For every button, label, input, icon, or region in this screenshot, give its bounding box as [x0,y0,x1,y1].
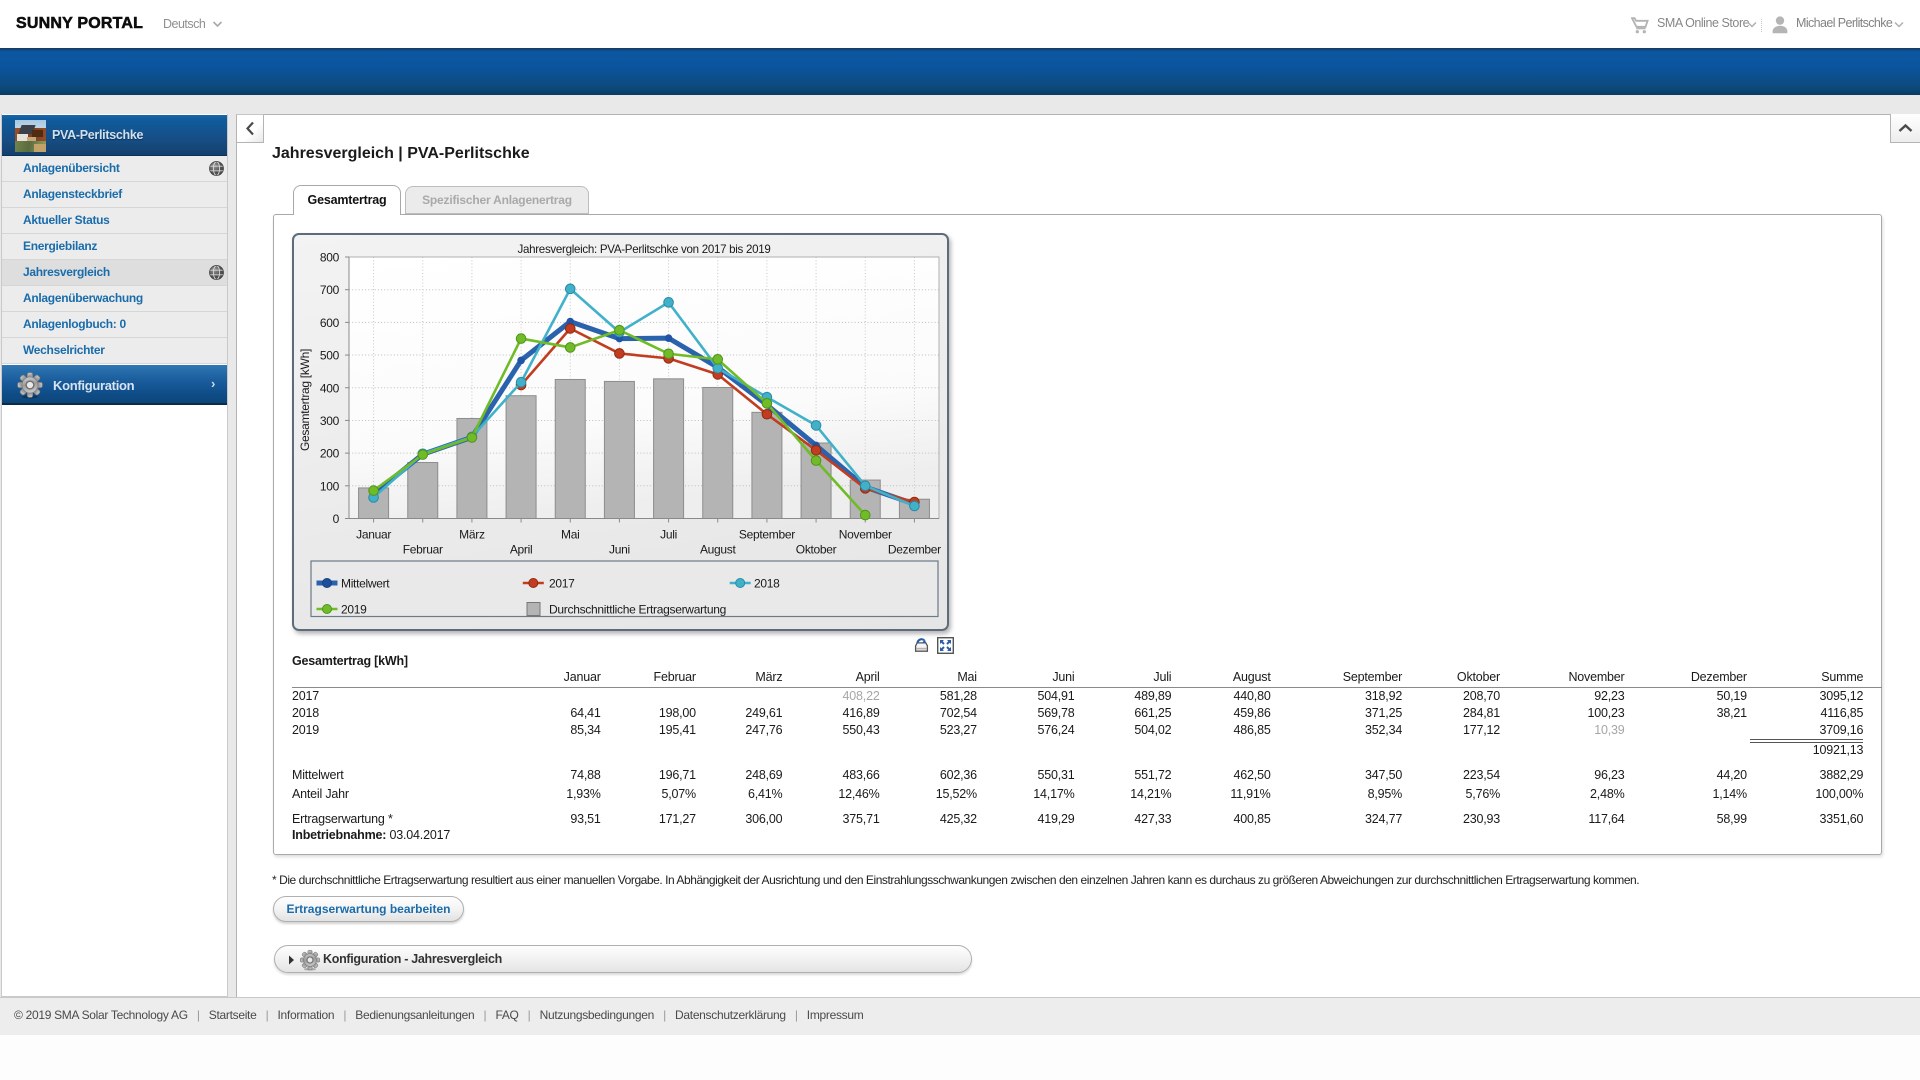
svg-text:April: April [510,543,533,557]
svg-text:Juni: Juni [609,543,630,557]
svg-text:2017: 2017 [549,577,575,591]
svg-text:Gesamtertrag [kWh]: Gesamtertrag [kWh] [298,349,312,451]
svg-text:0: 0 [333,512,340,526]
svg-text:September: September [739,528,795,542]
svg-text:Dezember: Dezember [888,543,941,557]
svg-text:800: 800 [320,251,340,265]
svg-text:Mai: Mai [561,528,579,542]
svg-text:Durchschnittliche Ertragserwar: Durchschnittliche Ertragserwartung [549,603,726,617]
svg-text:700: 700 [320,283,340,297]
svg-text:500: 500 [320,349,340,363]
svg-text:Oktober: Oktober [796,543,837,557]
svg-text:200: 200 [320,447,340,461]
svg-text:August: August [700,543,737,557]
svg-text:Januar: Januar [356,528,391,542]
svg-text:Februar: Februar [403,543,443,557]
svg-text:März: März [459,528,485,542]
svg-text:300: 300 [320,414,340,428]
svg-text:Mittelwert: Mittelwert [341,577,390,591]
svg-text:2018: 2018 [754,577,780,591]
svg-text:100: 100 [320,479,340,493]
svg-text:November: November [839,528,892,542]
svg-text:Jahresvergleich: PVA-Perlitsch: Jahresvergleich: PVA-Perlitschke von 201… [518,242,772,256]
svg-text:400: 400 [320,381,340,395]
svg-text:2019: 2019 [341,603,367,617]
svg-text:Juli: Juli [660,528,677,542]
svg-text:600: 600 [320,316,340,330]
